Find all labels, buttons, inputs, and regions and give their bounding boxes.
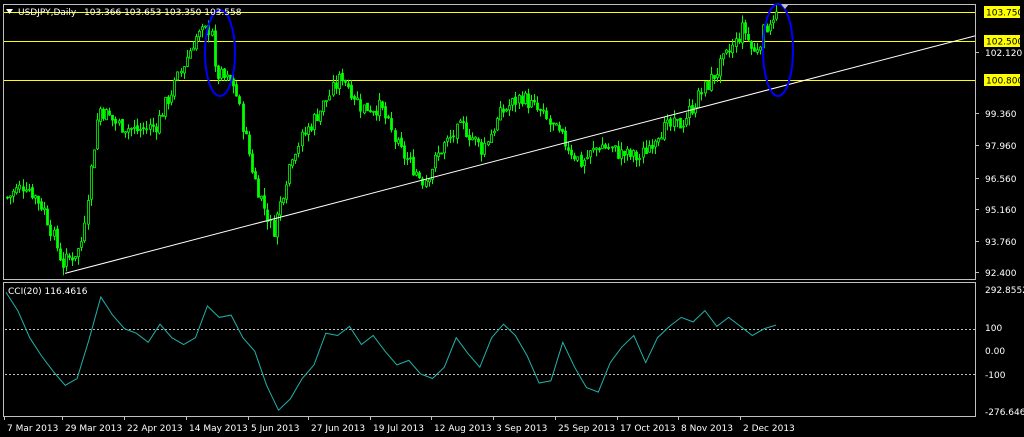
ohlc-header: 103.366 103.653 103.350 103.558: [84, 8, 242, 18]
candle-75: [238, 94, 241, 106]
candle-55: [176, 71, 179, 82]
cci-title: CCI(20) 116.4616: [8, 287, 88, 297]
price-tick-label-3: 96.560: [985, 175, 1017, 185]
candle-223: [697, 87, 700, 109]
date-tick-label-1: 29 Mar 2013: [65, 424, 122, 434]
price-tick-label-0: 102.120: [985, 49, 1022, 59]
date-tick-label-5: 27 Jun 2013: [311, 424, 365, 434]
cci-tick-label-1: 100: [985, 324, 1002, 334]
price-tick-label-1: 99.360: [985, 110, 1017, 120]
date-tick-label-4: 5 Jun 2013: [251, 424, 299, 434]
date-tick-label-11: 8 Nov 2013: [681, 424, 733, 434]
candle-67: [214, 24, 217, 72]
price-tick-label-4: 95.160: [985, 206, 1017, 216]
date-tick-label-6: 19 Jul 2013: [373, 424, 424, 434]
date-tick-label-12: 2 Dec 2013: [743, 424, 795, 434]
date-tick-label-9: 25 Sep 2013: [558, 424, 615, 434]
cci-tick-label-2: 0.00: [985, 347, 1005, 357]
level-tag-label-1: 102.500: [986, 38, 1023, 48]
usdjpy-chart: 102.120 99.360 97.960 96.560 95.160 93.760 92.…: [0, 0, 1024, 437]
date-tick-label-10: 17 Oct 2013: [620, 424, 676, 434]
price-tick-label-6: 92.400: [985, 269, 1017, 279]
candle-32: [105, 108, 108, 121]
price-tick-label-5: 93.760: [985, 238, 1017, 248]
date-tick-label-3: 14 May 2013: [189, 424, 248, 434]
cci-tick-label-4: -276.6462: [985, 408, 1024, 418]
date-tick-label-8: 3 Sep 2013: [496, 424, 547, 434]
cci-tick-label-0: 292.8552: [985, 286, 1024, 296]
candle-16: [56, 225, 59, 252]
price-tick-label-2: 97.960: [985, 142, 1017, 152]
candle-28: [93, 149, 96, 169]
candle-116: [366, 102, 369, 112]
symbol-header: USDJPY,Daily: [18, 8, 77, 18]
candle-140: [440, 152, 443, 155]
candle-167: [524, 90, 527, 105]
candle-217: [679, 117, 682, 129]
level-tag-label-0: 103.750: [986, 9, 1023, 19]
candle-158: [496, 116, 499, 132]
date-tick-label-7: 12 Aug 2013: [434, 424, 492, 434]
candle-91: [288, 163, 291, 187]
date-tick-label-2: 22 Apr 2013: [127, 424, 183, 434]
candle-51: [164, 97, 167, 120]
candle-78: [248, 131, 251, 157]
candle-37: [121, 118, 124, 133]
candle-54: [173, 77, 176, 100]
candle-81: [257, 175, 260, 198]
level-tag-label-2: 100.800: [986, 77, 1023, 87]
candle-61: [195, 33, 198, 51]
cci-tick-label-3: -100: [985, 371, 1006, 381]
candle-226: [707, 80, 710, 91]
candle-31: [102, 107, 105, 121]
candle-115: [363, 104, 366, 115]
date-tick-label-0: 7 Mar 2013: [7, 424, 58, 434]
